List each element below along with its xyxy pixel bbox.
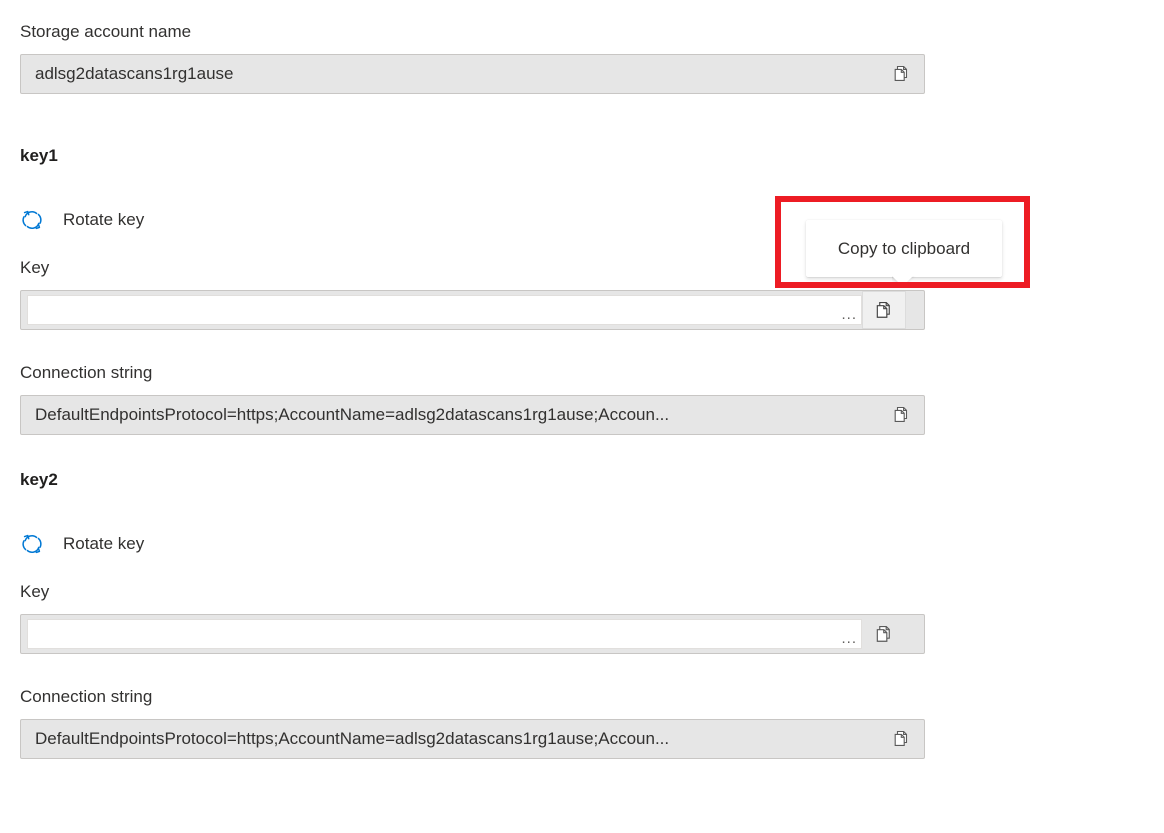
key2-key-field[interactable]: ...: [20, 614, 925, 654]
rotate-key-icon: [20, 208, 44, 232]
key1-key-field[interactable]: ...: [20, 290, 925, 330]
copy-to-clipboard-icon: [893, 65, 911, 83]
key1-connection-string-value: DefaultEndpointsProtocol=https;AccountNa…: [21, 405, 880, 425]
key1-connection-string-label: Connection string: [20, 362, 152, 384]
key1-key-label: Key: [20, 257, 49, 279]
key1-key-ellipsis: ...: [841, 308, 857, 322]
copy-to-clipboard-icon: [893, 406, 911, 424]
copy-key2-key-button[interactable]: [862, 615, 906, 653]
key2-connection-string-label: Connection string: [20, 686, 152, 708]
key1-rotate-key-button[interactable]: Rotate key: [20, 208, 144, 232]
tooltip-text: Copy to clipboard: [838, 238, 970, 260]
copy-key1-key-button[interactable]: [862, 291, 906, 329]
copy-to-clipboard-icon: [875, 301, 894, 320]
key2-connection-string-value: DefaultEndpointsProtocol=https;AccountNa…: [21, 729, 880, 749]
copy-to-clipboard-icon: [875, 625, 894, 644]
key2-rotate-key-label: Rotate key: [63, 533, 144, 555]
key2-key-masked-input[interactable]: ...: [27, 619, 862, 649]
rotate-key-icon: [20, 532, 44, 556]
key1-heading: key1: [20, 145, 58, 167]
key1-connection-string-field[interactable]: DefaultEndpointsProtocol=https;AccountNa…: [20, 395, 925, 435]
copy-to-clipboard-icon: [893, 730, 911, 748]
key2-rotate-key-button[interactable]: Rotate key: [20, 532, 144, 556]
storage-account-access-keys-panel: Storage account name adlsg2datascans1rg1…: [0, 0, 1164, 833]
copy-to-clipboard-tooltip: Copy to clipboard: [806, 220, 1002, 277]
key2-key-ellipsis: ...: [841, 632, 857, 646]
storage-account-name-field[interactable]: adlsg2datascans1rg1ause: [20, 54, 925, 94]
tooltip-beak-icon: [892, 276, 916, 288]
key1-rotate-key-label: Rotate key: [63, 209, 144, 231]
key2-connection-string-field[interactable]: DefaultEndpointsProtocol=https;AccountNa…: [20, 719, 925, 759]
copy-key2-connection-string-button[interactable]: [880, 720, 924, 758]
key2-key-label: Key: [20, 581, 49, 603]
key2-heading: key2: [20, 469, 58, 491]
copy-key1-connection-string-button[interactable]: [880, 396, 924, 434]
storage-account-name-label: Storage account name: [20, 21, 191, 43]
copy-storage-account-name-button[interactable]: [880, 55, 924, 93]
key1-key-masked-input[interactable]: ...: [27, 295, 862, 325]
storage-account-name-value: adlsg2datascans1rg1ause: [21, 64, 880, 84]
